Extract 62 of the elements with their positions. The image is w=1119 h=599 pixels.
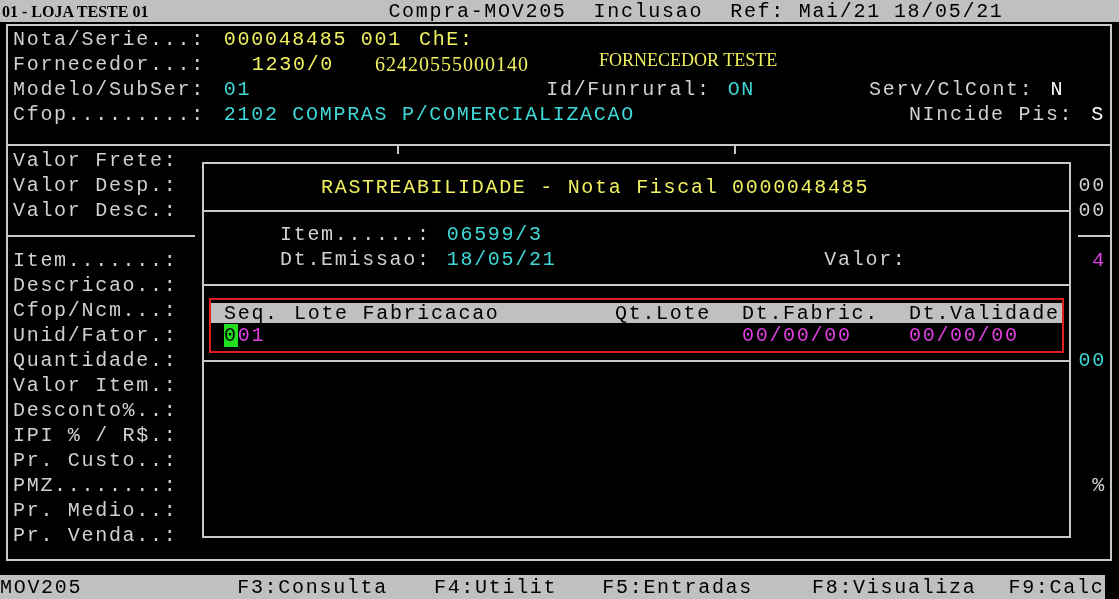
field-label: Valor: (824, 247, 907, 272)
column-header: Dt.Validade (909, 301, 1060, 325)
field-label: Valor Desp.: (13, 173, 178, 198)
field-label: NIncide Pis: (908, 102, 1074, 127)
field-label: Unid/Fator.: (13, 323, 178, 348)
current-date: 18/05/21 (893, 0, 1004, 24)
function-key-hint[interactable]: F9:Calc (1008, 574, 1105, 599)
supplier-code: 1230/0 (251, 52, 335, 77)
field-value: 06599/3 (446, 222, 543, 247)
field-label: Item.......: (13, 248, 178, 273)
field-value: N (1050, 77, 1065, 102)
column-header: Seq. (224, 301, 279, 325)
field-value: 00 (1078, 173, 1106, 198)
field-label: Item......: (280, 222, 431, 247)
column-header: Qt.Lote (615, 301, 711, 325)
field-label: ChE: (418, 27, 474, 52)
table-cell: 00/00/00 (742, 324, 852, 347)
field-label: Valor Desc.: (13, 198, 178, 223)
field-label: Cfop/Ncm...: (13, 298, 178, 323)
invoice-number: 000048485 001 (223, 27, 402, 52)
supplier-cnpj: 62420555000140 (375, 52, 530, 77)
function-key-hint[interactable]: F3:Consulta (237, 574, 388, 599)
field-value: 2102 COMPRAS P/COMERCIALIZACAO (223, 102, 635, 127)
field-label: Quantidade.: (13, 348, 178, 373)
function-key-hint[interactable]: F5:Entradas (602, 574, 753, 599)
field-label: Valor Item.: (13, 373, 178, 398)
program-name: Compra-MOV205 (388, 0, 567, 24)
field-value: 00 (1078, 348, 1106, 373)
field-label: Pr. Medio..: (13, 498, 178, 523)
field-label: Cfop.........: (13, 102, 205, 127)
reference-period: Ref: Mai/21 (730, 0, 881, 24)
field-value: S (1091, 102, 1106, 127)
field-value: 00 (1078, 198, 1106, 223)
field-label: Desconto%..: (13, 398, 178, 423)
field-label: IPI % / R$.: (13, 423, 178, 448)
store-name: 01 - LOJA TESTE 01 (1, 1, 149, 22)
field-value: ON (727, 77, 756, 102)
column-header: Dt.Fabric. (742, 301, 880, 325)
field-label: Dt.Emissao: (280, 247, 431, 272)
program-code: MOV205 (0, 574, 83, 599)
field-label: PMZ........: (13, 473, 178, 498)
field-value: 18/05/21 (446, 247, 557, 272)
field-label: Nota/Serie...: (13, 27, 205, 52)
field-value: % (1092, 473, 1106, 498)
field-label: Modelo/SubSer: (13, 77, 205, 102)
function-key-hint[interactable]: F8:Visualiza (812, 574, 977, 599)
function-key-hint[interactable]: F4:Utilit (433, 574, 558, 599)
field-label: Descricao..: (13, 273, 178, 298)
table-cell: 00/00/00 (909, 324, 1019, 347)
sequence-field[interactable]: 001 (224, 324, 266, 347)
field-label: Serv/ClCont: (869, 77, 1034, 102)
mode-label: Inclusao (593, 0, 704, 24)
field-label: Fornecedor...: (13, 52, 205, 77)
field-label: Id/Funrural: (546, 77, 711, 102)
field-value: 01 (223, 77, 252, 102)
field-value: 4 (1092, 248, 1106, 273)
field-label: Valor Frete: (13, 148, 178, 173)
field-label: Pr. Custo..: (13, 448, 178, 473)
supplier-name: FORNECEDOR TESTE (599, 49, 778, 70)
dialog-title: RASTREABILIDADE - Nota Fiscal 0000048485 (321, 174, 870, 200)
field-label: Pr. Venda..: (13, 523, 178, 548)
column-header: Lote Fabricacao (294, 301, 500, 325)
